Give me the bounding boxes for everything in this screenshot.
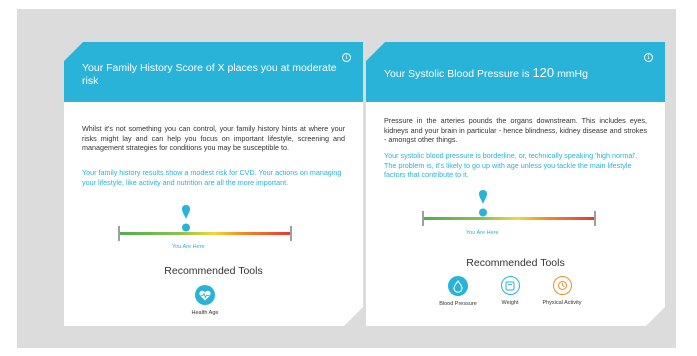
info-icon[interactable]: i: [644, 53, 653, 62]
card-header: Your Family History Score of X places yo…: [64, 42, 363, 102]
bp-value: 120: [532, 65, 555, 80]
tool-label: Physical Activity: [542, 300, 582, 306]
scale-cap-right: [290, 226, 292, 241]
you-are-here-label: You Are Here: [466, 230, 499, 236]
tool-label: Blood Pressure: [439, 301, 477, 307]
tool-health-age[interactable]: Health Age: [175, 285, 235, 316]
scale-cap-right: [594, 211, 596, 226]
card-header: Your Systolic Blood Pressure is 120 mmHg…: [366, 42, 665, 102]
heart-icon: [195, 285, 215, 305]
family-history-card: Your Family History Score of X places yo…: [64, 42, 363, 326]
tool-blood-pressure[interactable]: Blood Pressure: [428, 276, 488, 307]
recommended-tools-heading: Recommended Tools: [466, 257, 565, 269]
scale-cap-left: [422, 211, 424, 226]
card-result-text: Your family history results show a modes…: [82, 168, 342, 187]
scale-icon: [501, 276, 520, 295]
risk-scale: [118, 225, 292, 241]
content-panel: Your Family History Score of X places yo…: [17, 9, 676, 348]
risk-scale-bar: [120, 232, 290, 235]
card-result-text: Your systolic blood pressure is borderli…: [384, 151, 638, 179]
recommended-tools-heading: Recommended Tools: [164, 265, 263, 277]
tool-weight[interactable]: Weight: [480, 276, 540, 306]
tool-physical-activity[interactable]: Physical Activity: [532, 276, 592, 306]
card-description: Pressure in the arteries pounds the orga…: [384, 116, 647, 144]
card-description: Whilst it's not something you can contro…: [82, 124, 345, 152]
card-title: Your Systolic Blood Pressure is 120 mmHg: [384, 66, 639, 81]
blood-pressure-card: Your Systolic Blood Pressure is 120 mmHg…: [366, 42, 665, 326]
bp-scale-bar: [424, 217, 594, 220]
tool-label: Weight: [501, 300, 519, 306]
activity-icon: [553, 276, 572, 295]
info-icon[interactable]: i: [342, 53, 351, 62]
tool-label: Health Age: [191, 310, 219, 316]
bp-unit: mmHg: [557, 68, 588, 80]
blood-drop-icon: [448, 276, 468, 296]
you-are-here-marker: [476, 188, 490, 220]
scale-cap-left: [118, 226, 120, 241]
you-are-here-label: You Are Here: [172, 244, 205, 250]
title-prefix: Your Systolic Blood Pressure is: [384, 68, 530, 80]
card-title: Your Family History Score of X places yo…: [82, 62, 337, 87]
bp-scale: [422, 210, 596, 226]
you-are-here-marker: [179, 203, 193, 235]
